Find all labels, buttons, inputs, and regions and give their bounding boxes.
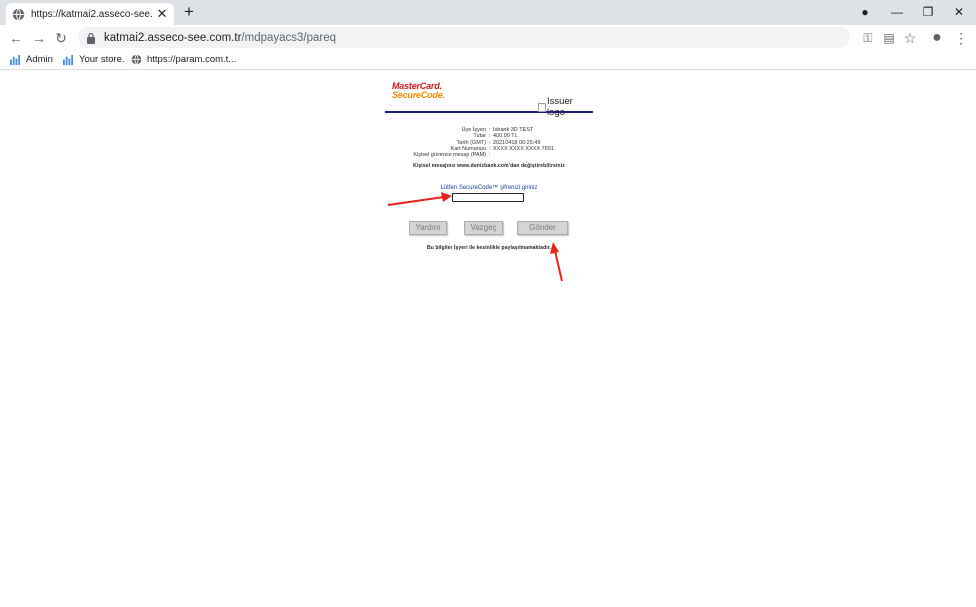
detail-row: Kişisel güvence mesajı (PAM) : <box>385 152 593 158</box>
globe-icon <box>12 7 25 21</box>
forward-button[interactable]: → <box>29 28 49 48</box>
bookmark-param[interactable]: https://param.com.t... <box>131 52 236 67</box>
tab-title: https://katmai2.asseco-see.com.t <box>31 8 152 20</box>
back-button[interactable]: ← <box>6 28 26 48</box>
submit-button[interactable]: Gönder <box>517 221 568 235</box>
broken-image-icon <box>538 102 546 112</box>
browser-toolbar: ← → ↻ katmai2.asseco-see.com.tr/mdpayacs… <box>0 25 976 50</box>
securecode-password-input[interactable] <box>452 193 524 202</box>
pam-message: Kişisel mesajınız www.denizbank.com'dan … <box>413 163 565 169</box>
detail-value <box>493 152 593 158</box>
restore-button[interactable]: ❐ <box>916 3 940 21</box>
lock-icon <box>87 32 95 44</box>
logo-line-2: SecureCode. <box>392 90 445 100</box>
url-host: katmai2.asseco-see.com.tr <box>104 31 242 44</box>
issuer-logo-alt: Issuer logo <box>546 96 573 118</box>
close-window-button[interactable]: ✕ <box>947 3 971 21</box>
bookmark-label: Admin <box>26 54 53 65</box>
help-button[interactable]: Yardım <box>409 221 447 235</box>
detail-separator: : <box>488 152 491 159</box>
close-tab-icon[interactable]: ✕ <box>156 7 168 20</box>
apps-grid-icon <box>63 54 74 65</box>
password-prompt: Lütfen SecureCode™ şifrenizi giriniz <box>440 185 538 191</box>
bookmark-your-store[interactable]: Your store. <box>63 52 125 67</box>
minimize-button[interactable]: — <box>885 3 909 21</box>
globe-icon <box>131 54 142 65</box>
transaction-details: Üye İşyeri : Isbank 3D TEST Tutar : 400.… <box>385 127 593 158</box>
new-tab-button[interactable]: + <box>180 3 198 21</box>
address-bar[interactable]: katmai2.asseco-see.com.tr/mdpayacs3/pare… <box>78 27 850 48</box>
bookmark-star-icon[interactable]: ☆ <box>900 28 920 48</box>
detail-label: Kişisel güvence mesajı (PAM) <box>413 152 486 159</box>
issuer-logo: Issuer logo <box>538 96 593 118</box>
browser-menu-icon[interactable]: ⋮ <box>951 28 971 48</box>
annotation-arrow-input <box>387 192 452 206</box>
key-icon[interactable]: ⚿ <box>858 28 878 48</box>
profile-menu-icon[interactable]: ● <box>853 3 877 21</box>
page-content: MasterCard. SecureCode. Issuer logo Üye … <box>0 71 976 607</box>
privacy-notice: Bu bilgiler İşyeri ile kesinlikle paylaş… <box>427 245 551 251</box>
bookmark-label: Your store. <box>79 54 125 65</box>
profile-avatar-icon[interactable]: ● <box>927 28 947 48</box>
brand-header: MasterCard. SecureCode. Issuer logo <box>385 79 593 118</box>
tab-strip: https://katmai2.asseco-see.com.t ✕ + ● —… <box>0 0 976 25</box>
mastercard-securecode-logo: MasterCard. SecureCode. <box>392 82 452 100</box>
reload-button[interactable]: ↻ <box>51 28 71 48</box>
browser-tab[interactable]: https://katmai2.asseco-see.com.t ✕ <box>6 3 174 25</box>
cancel-button[interactable]: Vazgeç <box>464 221 503 235</box>
tab-search-icon[interactable]: ▤ <box>879 28 899 48</box>
bookmark-admin[interactable]: Admin <box>10 52 53 67</box>
url-path: /mdpayacs3/pareq <box>241 31 337 44</box>
bookmarks-bar: Admin Your store. https://param.com.t... <box>0 50 976 70</box>
apps-grid-icon <box>10 54 21 65</box>
bookmark-label: https://param.com.t... <box>147 54 237 65</box>
